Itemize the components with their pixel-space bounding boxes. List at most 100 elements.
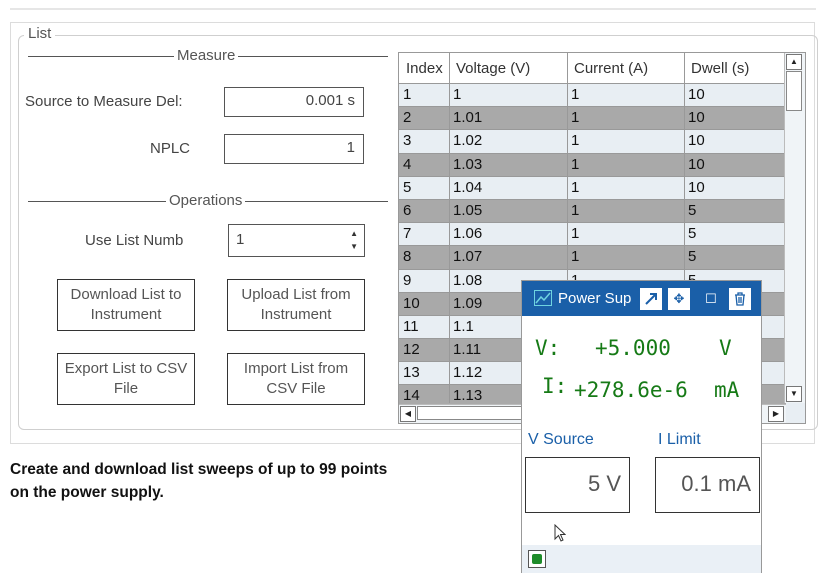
voltage-readout-unit: V bbox=[719, 336, 732, 360]
header-dwell[interactable]: Dwell (s) bbox=[691, 60, 749, 77]
table-cell-index[interactable]: 6 bbox=[403, 202, 411, 219]
table-cell-index[interactable]: 1 bbox=[403, 86, 411, 103]
table-cell-current[interactable]: 1 bbox=[571, 132, 579, 149]
measure-section-header: Measure bbox=[28, 47, 388, 64]
delay-input[interactable]: 0.001 s bbox=[224, 87, 364, 117]
table-cell-voltage[interactable]: 1.05 bbox=[453, 202, 482, 219]
table-cell-dwell[interactable]: 10 bbox=[688, 132, 705, 149]
table-cell-voltage[interactable]: 1.04 bbox=[453, 179, 482, 196]
measure-title: Measure bbox=[174, 47, 239, 64]
top-divider bbox=[10, 8, 816, 10]
table-row[interactable]: 1 1 1 10 bbox=[399, 84, 786, 108]
table-cell-dwell[interactable]: 10 bbox=[688, 86, 705, 103]
table-header: Index Voltage (V) Current (A) Dwell (s) bbox=[399, 53, 786, 84]
list-number-stepper[interactable]: 1 ▲ ▼ bbox=[228, 224, 365, 257]
table-row[interactable]: 8 1.07 1 5 bbox=[399, 246, 786, 270]
table-cell-current[interactable]: 1 bbox=[571, 156, 579, 173]
table-cell-index[interactable]: 8 bbox=[403, 248, 411, 265]
scroll-down-icon[interactable]: ▼ bbox=[786, 386, 802, 402]
table-row[interactable]: 3 1.02 1 10 bbox=[399, 130, 786, 154]
table-cell-index[interactable]: 3 bbox=[403, 132, 411, 149]
vertical-scroll-thumb[interactable] bbox=[786, 71, 802, 111]
table-cell-current[interactable]: 1 bbox=[571, 86, 579, 103]
operations-title: Operations bbox=[166, 192, 246, 209]
table-cell-index[interactable]: 13 bbox=[403, 364, 420, 381]
trash-icon[interactable] bbox=[729, 288, 751, 310]
upload-list-button[interactable]: Upload List from Instrument bbox=[227, 279, 365, 331]
table-cell-current[interactable]: 1 bbox=[571, 109, 579, 126]
scroll-up-icon[interactable]: ▲ bbox=[786, 54, 802, 70]
header-current[interactable]: Current (A) bbox=[574, 60, 648, 77]
table-cell-voltage[interactable]: 1.13 bbox=[453, 387, 482, 404]
download-list-button[interactable]: Download List to Instrument bbox=[57, 279, 195, 331]
table-cell-current[interactable]: 1 bbox=[571, 248, 579, 265]
feature-caption: Create and download list sweeps of up to… bbox=[10, 461, 388, 501]
i-limit-input[interactable]: 0.1 mA bbox=[655, 457, 760, 513]
power-supply-footer bbox=[522, 545, 761, 573]
table-cell-dwell[interactable]: 10 bbox=[688, 179, 705, 196]
table-row[interactable]: 7 1.06 1 5 bbox=[399, 223, 786, 247]
table-cell-index[interactable]: 11 bbox=[403, 318, 419, 335]
i-limit-label: I Limit bbox=[658, 431, 701, 448]
table-row[interactable]: 2 1.01 1 10 bbox=[399, 107, 786, 131]
table-row[interactable]: 6 1.05 1 5 bbox=[399, 199, 786, 224]
table-row[interactable]: 4 1.03 1 10 bbox=[399, 153, 786, 177]
power-supply-titlebar[interactable]: Power Sup ✥ ☐ bbox=[522, 281, 761, 316]
table-cell-index[interactable]: 14 bbox=[403, 387, 420, 404]
scroll-right-icon[interactable]: ▶ bbox=[768, 406, 784, 422]
output-status-led[interactable] bbox=[528, 550, 546, 568]
column-divider bbox=[449, 53, 450, 403]
v-source-label: V Source bbox=[528, 431, 594, 448]
app-icon bbox=[534, 290, 552, 306]
table-cell-voltage[interactable]: 1.11 bbox=[453, 341, 481, 358]
horizontal-scroll-thumb[interactable] bbox=[417, 406, 527, 420]
import-csv-button[interactable]: Import List from CSV File bbox=[227, 353, 365, 405]
operations-section-header: Operations bbox=[28, 192, 388, 209]
table-cell-voltage[interactable]: 1.12 bbox=[453, 364, 482, 381]
table-cell-index[interactable]: 2 bbox=[403, 109, 411, 126]
stepper-up-icon[interactable]: ▲ bbox=[350, 229, 358, 238]
nplc-input[interactable]: 1 bbox=[224, 134, 364, 164]
vertical-scrollbar[interactable]: ▲ ▼ bbox=[784, 53, 805, 403]
table-cell-index[interactable]: 9 bbox=[403, 272, 411, 289]
v-source-input[interactable]: 5 V bbox=[525, 457, 630, 513]
group-title: List bbox=[24, 25, 56, 42]
table-cell-index[interactable]: 4 bbox=[403, 156, 411, 173]
table-cell-voltage[interactable]: 1 bbox=[453, 86, 461, 103]
table-cell-voltage[interactable]: 1.07 bbox=[453, 248, 482, 265]
table-cell-index[interactable]: 5 bbox=[403, 179, 411, 196]
header-index[interactable]: Index bbox=[406, 60, 443, 77]
table-cell-index[interactable]: 12 bbox=[403, 341, 420, 358]
table-cell-dwell[interactable]: 5 bbox=[688, 225, 696, 242]
table-cell-voltage[interactable]: 1.09 bbox=[453, 295, 482, 312]
export-csv-button[interactable]: Export List to CSV File bbox=[57, 353, 195, 405]
table-cell-voltage[interactable]: 1.02 bbox=[453, 132, 482, 149]
table-cell-dwell[interactable]: 5 bbox=[688, 248, 696, 265]
nplc-label: NPLC bbox=[150, 140, 191, 157]
table-row[interactable]: 5 1.04 1 10 bbox=[399, 177, 786, 200]
stepper-down-icon[interactable]: ▼ bbox=[350, 242, 358, 251]
table-cell-current[interactable]: 1 bbox=[571, 225, 579, 242]
table-cell-dwell[interactable]: 10 bbox=[688, 156, 705, 173]
list-number-value: 1 bbox=[236, 231, 245, 248]
maximize-icon[interactable]: ☐ bbox=[700, 288, 722, 310]
scroll-left-icon[interactable]: ◀ bbox=[400, 406, 416, 422]
header-voltage[interactable]: Voltage (V) bbox=[456, 60, 530, 77]
list-number-label: Use List Numb bbox=[85, 232, 184, 249]
table-cell-voltage[interactable]: 1.03 bbox=[453, 156, 482, 173]
table-cell-current[interactable]: 1 bbox=[571, 202, 579, 219]
meter-readout: V: +5.000 V I: +278.6e-6 mA bbox=[522, 316, 761, 402]
table-cell-voltage[interactable]: 1.08 bbox=[453, 272, 482, 289]
table-cell-voltage[interactable]: 1.06 bbox=[453, 225, 482, 242]
table-cell-index[interactable]: 7 bbox=[403, 225, 411, 242]
table-cell-voltage[interactable]: 1.01 bbox=[453, 109, 482, 126]
table-cell-index[interactable]: 10 bbox=[403, 295, 420, 312]
table-cell-voltage[interactable]: 1.1 bbox=[453, 318, 474, 335]
power-supply-title: Power Sup bbox=[558, 290, 632, 307]
table-cell-dwell[interactable]: 5 bbox=[688, 202, 696, 219]
popout-icon[interactable] bbox=[640, 288, 662, 310]
mouse-cursor-icon bbox=[554, 524, 566, 542]
table-cell-current[interactable]: 1 bbox=[571, 179, 579, 196]
move-icon[interactable]: ✥ bbox=[668, 288, 690, 310]
table-cell-dwell[interactable]: 10 bbox=[688, 109, 705, 126]
